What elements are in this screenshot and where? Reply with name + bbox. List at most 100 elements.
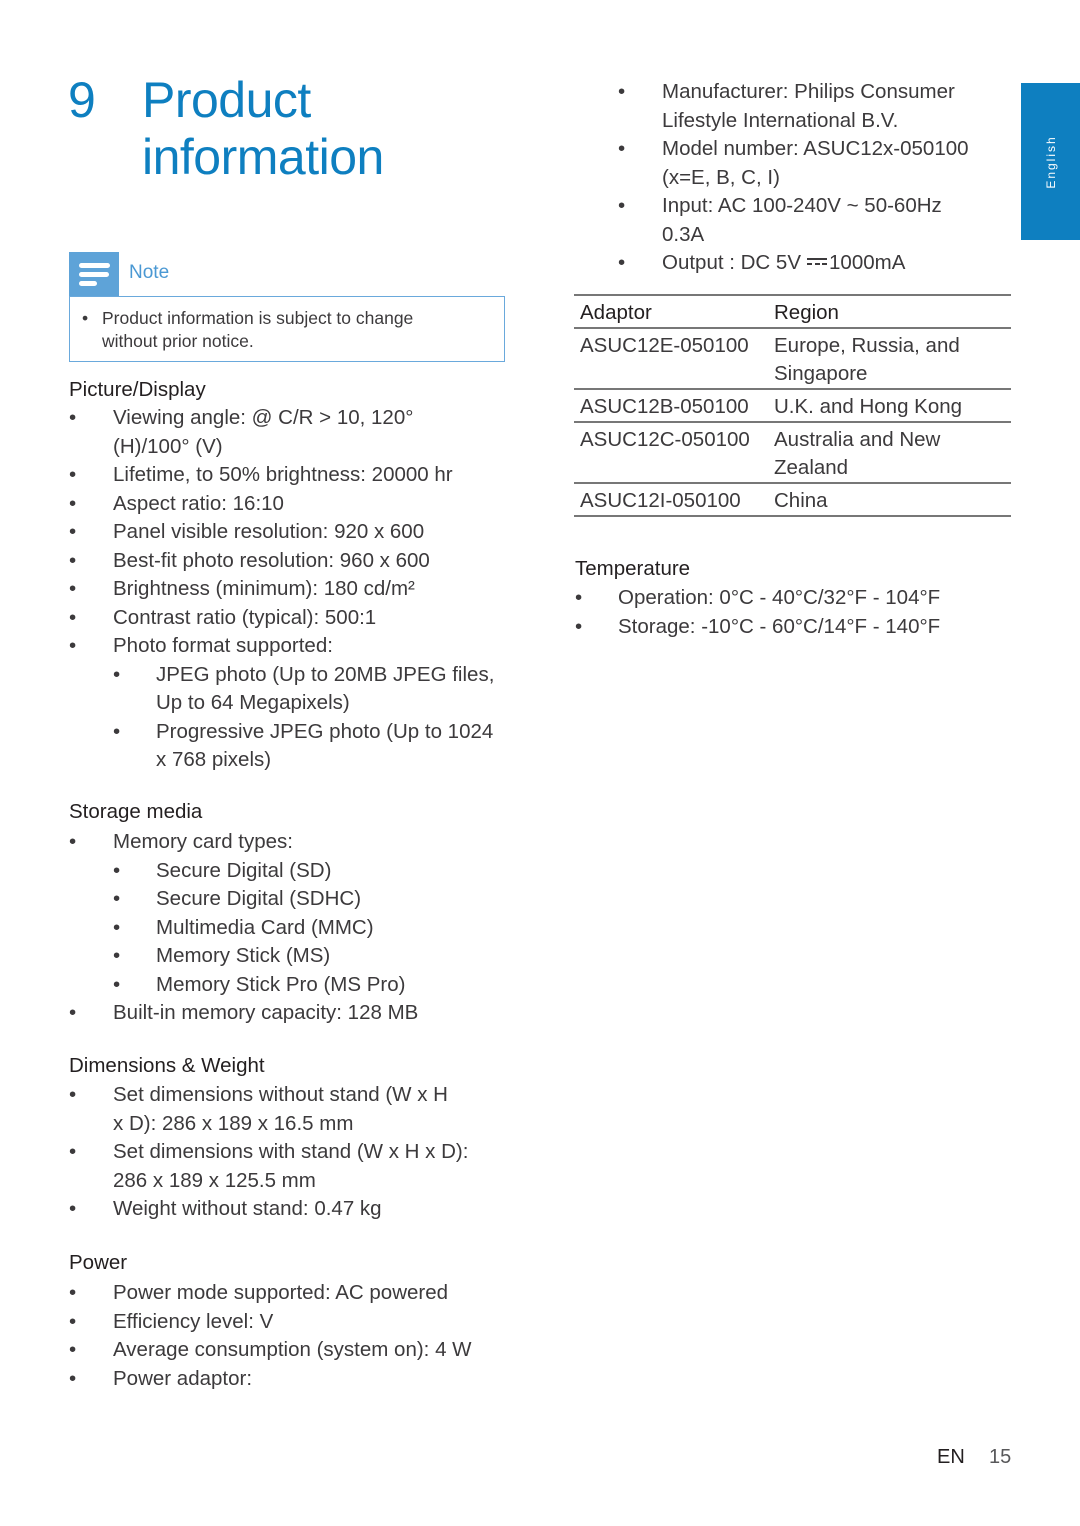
bullet: • xyxy=(82,308,89,328)
item-text: Memory Stick Pro (MS Pro) xyxy=(156,972,406,996)
bullet: • xyxy=(113,944,121,967)
section-heading-storage-media: Storage media xyxy=(69,800,203,823)
item-text: Weight without stand: 0.47 kg xyxy=(113,1197,382,1220)
region-line: Europe, Russia, and xyxy=(774,334,960,357)
list-item: • Set dimensions without stand (W x H x D)… xyxy=(69,1081,509,1138)
note-text-line: without prior notice. xyxy=(102,331,254,351)
item-text: JPEG photo (Up to 20MB JPEG files, xyxy=(156,662,495,686)
list-item: • Set dimensions with stand (W x H x D): 2… xyxy=(69,1138,509,1195)
item-text: Brightness (minimum): 180 cd/m² xyxy=(113,577,415,600)
item-text: Multimedia Card (MMC) xyxy=(156,915,374,939)
item-text: Model number: ASUC12x-050100 xyxy=(662,137,969,160)
language-tab-label: English xyxy=(1043,134,1058,189)
list-item: • Power mode supported: AC powered xyxy=(69,1279,509,1308)
section-heading-dimensions-weight: Dimensions & Weight xyxy=(69,1054,265,1077)
adaptor-cell: ASUC12I-050100 xyxy=(580,489,741,512)
bullet: • xyxy=(69,1281,77,1304)
item-text: (H)/100° (V) xyxy=(113,434,223,458)
item-text: Output : DC 5V xyxy=(662,251,802,274)
page-number: 15 xyxy=(989,1446,1012,1468)
bullet: • xyxy=(69,1140,77,1163)
table-row: ASUC12B-050100 U.K. and Hong Kong xyxy=(574,389,1011,422)
note-text-line: Product information is subject to change xyxy=(102,308,414,328)
power-list: • Power mode supported: AC powered • Effic… xyxy=(69,1279,509,1393)
list-item: • Photo format supported: xyxy=(69,632,509,661)
bullet: • xyxy=(618,137,626,160)
bullet: • xyxy=(618,80,626,103)
item-text: Operation: 0°C - 40°C/32°F - 104°F xyxy=(618,586,941,609)
item-text: Power adaptor: xyxy=(113,1366,253,1390)
item-text: Best-fit photo resolution: 960 x 600 xyxy=(113,548,430,572)
table-row: ASUC12C-050100 Australia and New Zealand xyxy=(574,422,1011,483)
list-item: • Average consumption (system on): 4 W xyxy=(69,1336,509,1365)
list-item: • Operation: 0°C - 40°C/32°F - 104°F xyxy=(575,584,1015,613)
bullet: • xyxy=(69,830,77,853)
bullet: • xyxy=(69,577,77,600)
item-text: Panel visible resolution: 920 x 600 xyxy=(113,520,425,543)
bullet: • xyxy=(618,251,626,274)
item-text: Up to 64 Megapixels) xyxy=(156,691,350,714)
region-cell: China xyxy=(774,489,828,512)
item-text: Secure Digital (SD) xyxy=(156,858,332,882)
bullet: • xyxy=(69,1338,77,1361)
item-text: Set dimensions without stand (W x H xyxy=(113,1083,448,1106)
list-item: • Output : DC 5V 1000mA xyxy=(618,249,1018,278)
region-line: Australia and New xyxy=(774,428,941,451)
item-text: Contrast ratio (typical): 500:1 xyxy=(113,605,377,629)
bullet: • xyxy=(69,1197,77,1220)
bullet: • xyxy=(575,586,583,609)
list-item: • Panel visible resolution: 920 x 600 xyxy=(69,518,509,547)
section-heading-temperature: Temperature xyxy=(575,557,691,580)
bullet: • xyxy=(69,1083,77,1106)
power-adaptor-details-list: • Manufacturer: Philips Consumer Lifestyle… xyxy=(618,78,1018,278)
list-item: • Brightness (minimum): 180 cd/m² xyxy=(69,575,509,604)
region-line: Zealand xyxy=(774,456,849,479)
bullet: • xyxy=(69,1309,77,1333)
bullet: • xyxy=(69,520,77,543)
list-item: • Lifetime, to 50% brightness: 20000 hr xyxy=(69,461,509,490)
bullet: • xyxy=(113,915,121,939)
item-text: Manufacturer: Philips Consumer xyxy=(662,80,955,103)
list-item: • Manufacturer: Philips Consumer Lifestyle… xyxy=(618,78,1018,135)
column-header-region: Region xyxy=(774,301,839,324)
item-text: x D): 286 x 189 x 16.5 mm xyxy=(113,1111,354,1135)
item-text: Secure Digital (SDHC) xyxy=(156,887,362,910)
column-header-adaptor: Adaptor xyxy=(580,301,652,324)
list-item: • Efficiency level: V xyxy=(69,1308,509,1337)
list-item: • Input: AC 100-240V ~ 50-60Hz 0.3A xyxy=(618,192,1018,249)
bullet: • xyxy=(69,463,77,486)
bullet: • xyxy=(69,605,77,629)
region-line: Singapore xyxy=(774,362,868,385)
item-text: Memory Stick (MS) xyxy=(156,944,331,967)
item-text: 0.3A xyxy=(662,222,705,246)
bullet: • xyxy=(69,491,77,515)
picture-display-list: • Viewing angle: @ C/R > 10, 120° (H)/100°… xyxy=(69,404,509,775)
item-text: 286 x 189 x 125.5 mm xyxy=(113,1168,316,1192)
bullet: • xyxy=(69,1366,77,1390)
chapter-number: 9 xyxy=(68,72,96,128)
item-text: Average consumption (system on): 4 W xyxy=(113,1338,472,1361)
item-text: Power mode supported: AC powered xyxy=(113,1281,449,1304)
bullet: • xyxy=(69,1001,77,1024)
region-cell: Australia and New Zealand xyxy=(768,422,1011,483)
bullet: • xyxy=(113,719,121,743)
bullet: • xyxy=(618,194,626,217)
bullet: • xyxy=(575,614,583,638)
footer-language: EN xyxy=(937,1446,965,1468)
table-header-row: Adaptor Region xyxy=(574,295,1011,328)
item-text: Input: AC 100-240V ~ 50-60Hz xyxy=(662,194,942,217)
note-lines-icon xyxy=(69,252,119,296)
bullet: • xyxy=(113,887,121,910)
adaptor-region-table: Adaptor Region ASUC12E-050100 Europe, Ru… xyxy=(574,294,1011,517)
region-cell: U.K. and Hong Kong xyxy=(774,395,963,418)
item-text: Set dimensions with stand (W x H x D): xyxy=(113,1140,469,1163)
adaptor-cell: ASUC12E-050100 xyxy=(580,334,749,357)
sub-list-item: • Secure Digital (SDHC) xyxy=(69,885,509,914)
adaptor-cell: ASUC12B-050100 xyxy=(580,395,749,418)
item-text: x 768 pixels) xyxy=(156,748,272,771)
list-item: • Power adaptor: xyxy=(69,1365,509,1394)
sub-list-item: • Secure Digital (SD) xyxy=(69,857,509,886)
table-row: ASUC12I-050100 China xyxy=(574,483,1011,516)
bullet: • xyxy=(69,548,77,572)
item-text: Lifetime, to 50% brightness: 20000 hr xyxy=(113,463,453,486)
